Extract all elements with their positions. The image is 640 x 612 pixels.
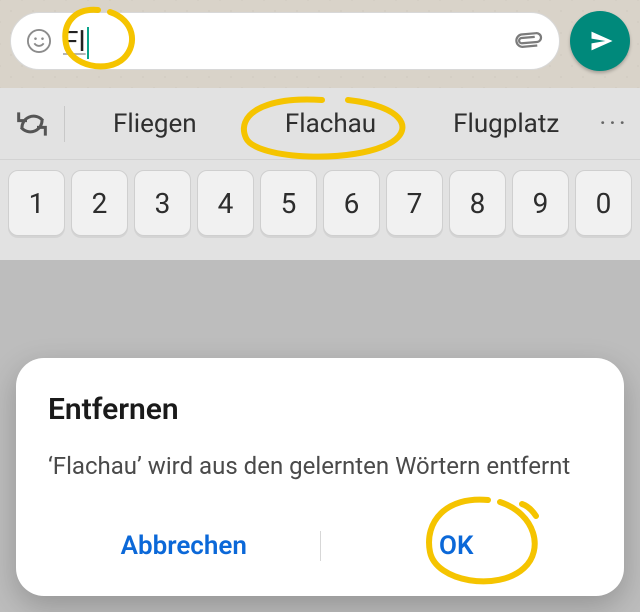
key-5[interactable]: 5 [260, 170, 317, 236]
key-1[interactable]: 1 [8, 170, 65, 236]
key-4[interactable]: 4 [197, 170, 254, 236]
ok-button[interactable]: OK [321, 515, 593, 577]
dialog-actions: Abbrechen OK [48, 510, 592, 582]
dialog-message: ‘Flachau’ wird aus den gelernten Wörtern… [48, 449, 592, 484]
remove-word-dialog: Entfernen ‘Flachau’ wird aus den gelernt… [16, 358, 624, 596]
suggestion-1[interactable]: Fliegen [67, 101, 243, 147]
refresh-icon[interactable] [12, 104, 52, 144]
send-icon [588, 27, 616, 55]
divider [64, 106, 65, 142]
suggestion-3[interactable]: Flugplatz [418, 101, 594, 147]
cancel-button[interactable]: Abbrechen [48, 515, 320, 577]
key-3[interactable]: 3 [134, 170, 191, 236]
paperclip-icon[interactable] [507, 20, 549, 62]
key-0[interactable]: 0 [575, 170, 632, 236]
more-suggestions-icon[interactable]: ··· [594, 109, 634, 139]
key-9[interactable]: 9 [512, 170, 569, 236]
smiley-icon[interactable] [25, 27, 53, 55]
dialog-title: Entfernen [48, 392, 592, 427]
compose-row: Fl [10, 10, 630, 72]
key-2[interactable]: 2 [71, 170, 128, 236]
number-row: 1 2 3 4 5 6 7 8 9 0 [0, 160, 640, 246]
text-cursor [87, 27, 89, 59]
key-6[interactable]: 6 [323, 170, 380, 236]
key-7[interactable]: 7 [386, 170, 443, 236]
key-8[interactable]: 8 [449, 170, 506, 236]
send-button[interactable] [570, 11, 630, 71]
suggestion-row: Fliegen Flachau Flugplatz ··· [0, 88, 640, 160]
suggestion-2[interactable]: Flachau [243, 101, 419, 147]
message-input[interactable]: Fl [10, 12, 560, 70]
message-input-text: Fl [63, 25, 513, 58]
